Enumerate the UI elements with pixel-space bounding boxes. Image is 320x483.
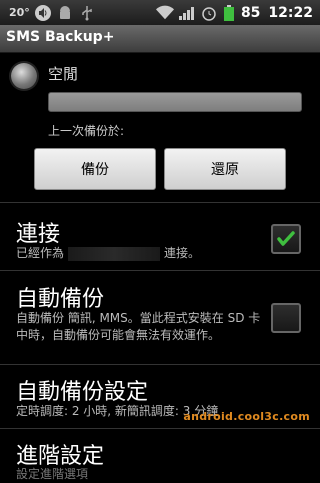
auto-backup-checkbox[interactable] (271, 303, 301, 333)
pref-connect-summary: 已經作為 連接。 (16, 245, 200, 262)
checkmark-icon (277, 231, 295, 246)
watermark: android.cool3c.com (183, 410, 310, 423)
pref-auto-backup-title: 自動備份 (16, 287, 105, 312)
divider (0, 270, 320, 271)
wifi-icon (155, 4, 174, 22)
status-indicator-icon (11, 63, 37, 89)
divider (0, 202, 320, 203)
app-title-bar: SMS Backup+ (0, 25, 320, 53)
battery-percent: 85 (240, 4, 261, 21)
usb-icon (78, 4, 96, 22)
android-icon (56, 4, 74, 22)
pref-auto-backup-settings-title: 自動備份設定 (16, 380, 149, 405)
progress-bar (48, 92, 302, 112)
pref-auto-backup-summary: 自動備份 簡訊, MMS。當此程式安裝在 SD 卡中時，自動備份可能會無法有效運… (16, 311, 261, 342)
status-state: 空閒 (48, 65, 79, 83)
app-title: SMS Backup+ (6, 29, 115, 45)
connect-summary-suffix: 連接。 (164, 246, 201, 260)
redacted-account (68, 246, 161, 261)
pref-advanced-summary: 設定進階選項 (16, 467, 89, 481)
last-backup-label: 上一次備份於: (48, 124, 125, 138)
temperature-text: 20° (9, 6, 30, 19)
divider (0, 428, 320, 429)
connect-checkbox[interactable] (271, 224, 301, 254)
battery-icon (220, 4, 238, 22)
connect-summary-prefix: 已經作為 (16, 246, 65, 260)
clock: 12:22 (268, 4, 313, 21)
alarm-icon (200, 4, 218, 22)
volume-icon (34, 4, 52, 22)
pref-connect-title: 連接 (16, 222, 61, 247)
restore-button[interactable]: 還原 (164, 148, 286, 190)
signal-icon (178, 4, 196, 22)
status-bar: 20° 85 12:22 (0, 0, 320, 25)
backup-button[interactable]: 備份 (34, 148, 156, 190)
divider (0, 364, 320, 365)
